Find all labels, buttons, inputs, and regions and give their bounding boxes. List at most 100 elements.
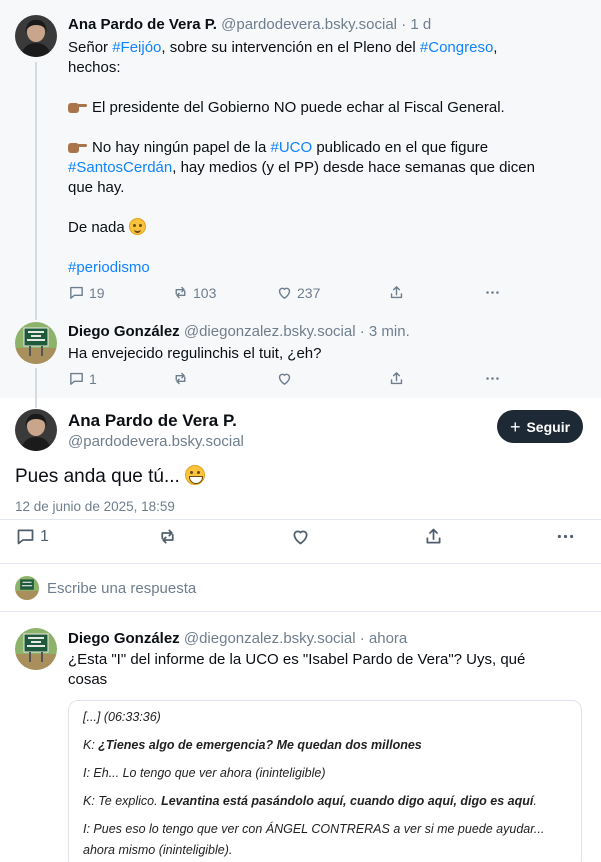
repost-button[interactable] <box>157 526 178 547</box>
embed-text-segment: K: <box>83 738 99 752</box>
share-button[interactable] <box>388 370 405 387</box>
text-segment: , <box>493 39 498 56</box>
text-segment: No hay ningún papel de la <box>92 139 271 156</box>
reply-count: 19 <box>89 284 105 301</box>
share-icon <box>426 528 441 544</box>
text-segment: hechos: <box>68 59 121 76</box>
hashtag-santoscerdan[interactable]: #SantosCerdán <box>68 159 172 176</box>
ellipsis-icon <box>486 377 499 380</box>
reply-icon <box>70 286 83 299</box>
reply-icon <box>17 529 34 545</box>
like-button[interactable]: 237 <box>276 284 320 301</box>
post-ana-original[interactable]: Ana Pardo de Vera P. @pardodevera.bsky.s… <box>0 0 601 306</box>
text-segment: El presidente del Gobierno NO puede echa… <box>92 99 505 116</box>
embedded-image[interactable]: [...] (06:33:36) K: ¿Tienes algo de emer… <box>68 700 582 862</box>
text-segment: cosas <box>68 671 108 688</box>
thread-line <box>35 368 37 398</box>
follow-button[interactable]: + Seguir <box>497 410 583 443</box>
focused-post-actions: 1 <box>15 526 585 548</box>
text-segment: , hay medios (y el PP) desde hace semana… <box>172 159 535 176</box>
follow-label: Seguir <box>526 418 571 435</box>
author-handle[interactable]: @diegonzalez.bsky.social <box>184 323 356 340</box>
thread-line <box>35 306 37 320</box>
divider <box>0 519 601 520</box>
embed-text-segment: K: Te explico. <box>83 794 162 808</box>
ellipsis-icon <box>486 291 499 294</box>
reply-count: 1 <box>89 370 97 387</box>
repost-count: 103 <box>193 284 217 301</box>
own-avatar <box>15 576 39 600</box>
thread-line <box>35 398 37 408</box>
reply-button[interactable]: 19 <box>68 284 105 301</box>
reply-count: 1 <box>40 527 49 545</box>
like-button[interactable] <box>276 370 293 387</box>
thread-line <box>35 62 37 306</box>
heart-icon <box>278 373 291 385</box>
post-text: ¿Esta "I" del informe de la UCO es "Isab… <box>68 650 568 690</box>
post-timestamp[interactable]: 12 de junio de 2025, 18:59 <box>15 499 175 514</box>
post-text: Ha envejecido regulinchis el tuit, ¿eh? <box>68 345 322 362</box>
author-handle[interactable]: @pardodevera.bsky.social <box>221 16 397 33</box>
heart-icon <box>278 287 291 299</box>
author-name[interactable]: Diego González <box>68 630 180 647</box>
repost-button[interactable]: 103 <box>172 284 216 301</box>
post-time[interactable]: · 3 min. <box>360 323 410 340</box>
post-time[interactable]: · 1 d <box>401 16 431 33</box>
post-diego-reply[interactable]: Diego González @diegonzalez.bsky.social … <box>0 306 601 398</box>
post-actions: 19 103 237 <box>68 284 508 304</box>
post-text: Señor #Feijóo, sobre su intervención en … <box>68 38 568 278</box>
focused-author-handle[interactable]: @pardodevera.bsky.social <box>68 433 244 450</box>
more-options-button[interactable] <box>555 526 576 547</box>
hashtag-congreso[interactable]: #Congreso <box>420 39 493 56</box>
divider <box>0 563 601 564</box>
repost-button[interactable] <box>172 370 189 387</box>
share-button[interactable] <box>388 284 405 301</box>
reply-input[interactable]: Escribe una respuesta <box>47 580 196 597</box>
grinning-face-emoji-icon <box>185 465 206 485</box>
hashtag-feijoo[interactable]: #Feijóo <box>112 39 161 56</box>
embed-line: I: Pues eso lo tengo que ver con ÁNGEL C… <box>83 822 545 836</box>
embed-text-segment: . <box>533 794 537 808</box>
embed-line: I: Eh... Lo tengo que ver ahora (inintel… <box>83 766 326 780</box>
focused-post-text: Pues anda que tú... <box>15 464 206 490</box>
hashtag-periodismo[interactable]: #periodismo <box>68 259 150 276</box>
repost-icon <box>175 372 186 385</box>
focused-author-name[interactable]: Ana Pardo de Vera P. <box>68 411 237 431</box>
text-segment: De nada <box>68 219 125 236</box>
author-name[interactable]: Ana Pardo de Vera P. <box>68 16 217 33</box>
post-actions: 1 <box>68 370 508 390</box>
avatar-ana[interactable] <box>15 15 57 57</box>
text-segment: Señor <box>68 39 113 56</box>
embed-text-segment: Levantina está pasándolo aquí, cuando di… <box>161 794 534 808</box>
share-button[interactable] <box>423 526 444 547</box>
reply-composer[interactable]: Escribe una respuesta <box>0 565 601 611</box>
pointing-hand-emoji-icon <box>68 140 88 154</box>
author-name[interactable]: Diego González <box>68 323 180 340</box>
pointing-hand-emoji-icon <box>68 100 88 114</box>
more-options-button[interactable] <box>484 370 501 387</box>
text-segment: que hay. <box>68 179 125 196</box>
author-handle[interactable]: @diegonzalez.bsky.social <box>184 630 356 647</box>
hashtag-uco[interactable]: #UCO <box>270 139 312 156</box>
text-segment: , sobre su intervención en el Pleno del <box>161 39 420 56</box>
text-segment: publicado en el que figure <box>312 139 489 156</box>
embed-line: K: ¿Tienes algo de emergencia? Me quedan… <box>83 737 422 753</box>
reply-button[interactable]: 1 <box>15 526 49 547</box>
post-header: Diego González @diegonzalez.bsky.social … <box>68 322 410 341</box>
repost-icon <box>161 529 174 544</box>
embed-line: K: Te explico. Levantina está pasándolo … <box>83 793 537 809</box>
share-icon <box>390 372 403 385</box>
avatar-diego[interactable] <box>15 628 57 670</box>
more-options-button[interactable] <box>484 284 501 301</box>
like-button[interactable] <box>290 526 311 547</box>
share-icon <box>390 286 403 299</box>
embed-line: ahora mismo (ininteligible). <box>83 843 233 857</box>
avatar-ana-focused[interactable] <box>15 409 57 451</box>
avatar-diego[interactable] <box>15 322 57 364</box>
post-time[interactable]: · ahora <box>360 630 408 647</box>
embed-line: [...] (06:33:36) <box>83 710 161 724</box>
heart-icon <box>293 530 308 545</box>
reply-button[interactable]: 1 <box>68 370 97 387</box>
reply-icon <box>70 372 83 385</box>
post-header: Ana Pardo de Vera P. @pardodevera.bsky.s… <box>68 15 431 34</box>
